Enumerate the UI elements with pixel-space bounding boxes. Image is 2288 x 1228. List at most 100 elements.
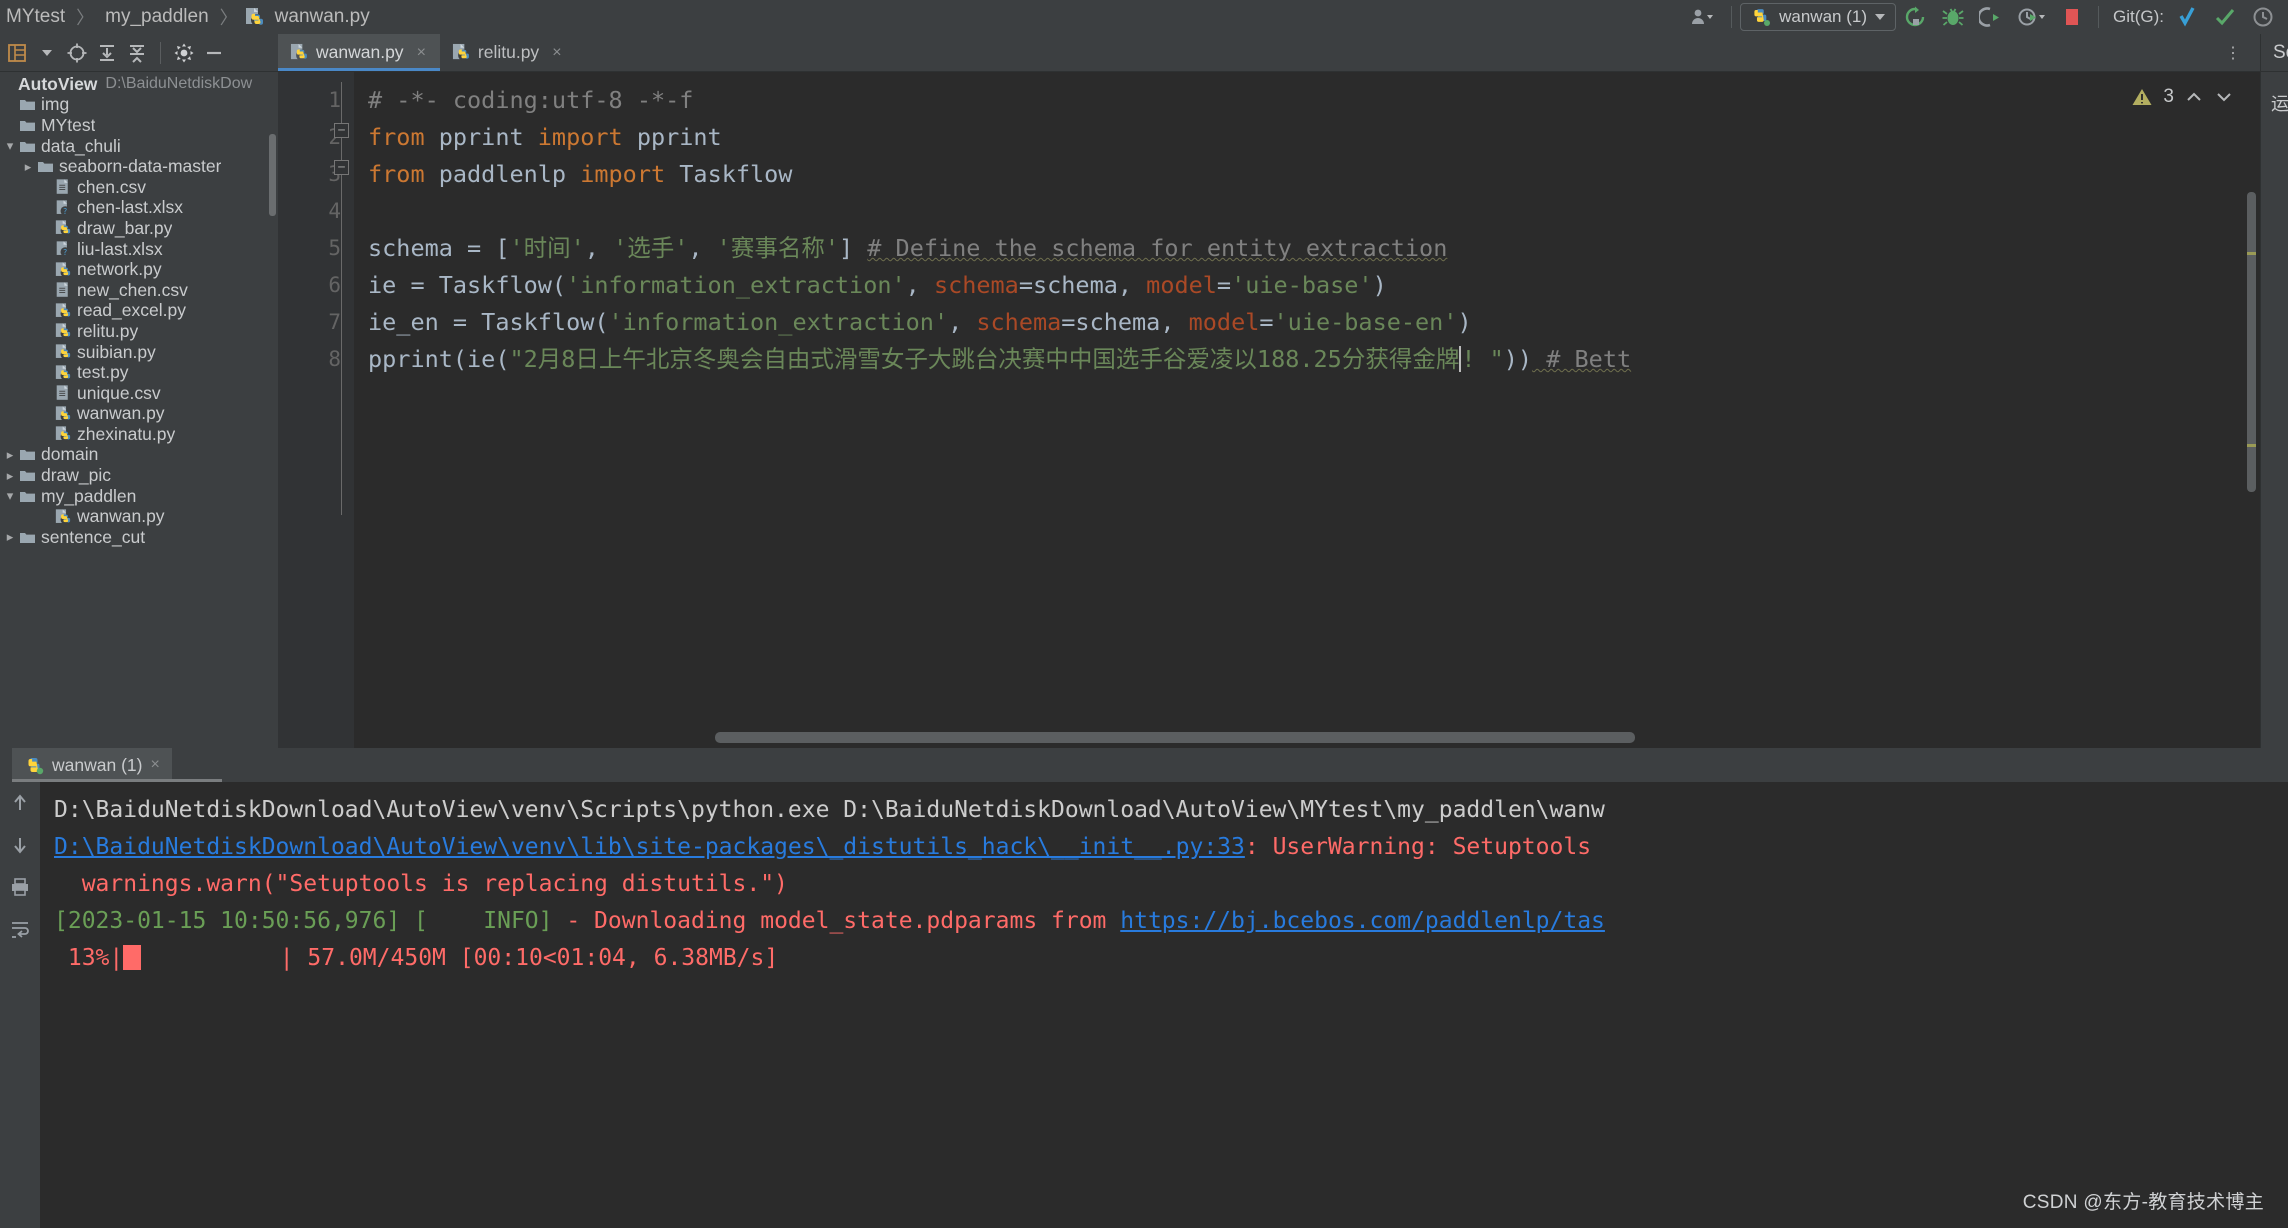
next-problem-icon[interactable] (2214, 90, 2234, 104)
scrollbar-thumb[interactable] (2247, 192, 2256, 492)
arrow-up-icon[interactable] (7, 790, 33, 816)
inspection-status[interactable]: 3 (2131, 86, 2234, 108)
code-line[interactable]: # -*- coding:utf-8 -*-f (354, 82, 2260, 119)
breadcrumb-item-wanwan-py[interactable]: wanwan.py (271, 6, 374, 28)
console-text: UserWarning: Setuptools (1272, 834, 1592, 860)
tree-item-label: domain (41, 444, 99, 465)
py-icon (54, 343, 72, 361)
tree-item-mytest[interactable]: MYtest (0, 115, 278, 136)
breadcrumb-item-my-paddlen[interactable]: my_paddlen (101, 6, 213, 28)
tree-item-unique-csv[interactable]: unique.csv (0, 383, 278, 404)
tree-item-my-paddlen[interactable]: ▾ my_paddlen (0, 486, 278, 507)
tree-item-network-py[interactable]: network.py (0, 259, 278, 280)
rerun-button[interactable] (1896, 3, 1934, 31)
tree-item-test-py[interactable]: test.py (0, 362, 278, 383)
chevron-down-icon[interactable] (32, 38, 62, 68)
code-lines[interactable]: # -*- coding:utf-8 -*-f from pprint impor… (354, 72, 2260, 748)
collapse-all-icon[interactable] (122, 38, 152, 68)
minus-icon[interactable] (199, 38, 229, 68)
history-button[interactable] (2244, 3, 2282, 31)
code-line[interactable]: schema = ['时间', '选手', '赛事名称'] # Define t… (354, 230, 2260, 267)
tab-wanwan-py[interactable]: wanwan.py × (278, 34, 440, 71)
previous-problem-icon[interactable] (2184, 90, 2204, 104)
tree-expand-arrow-icon[interactable]: ▸ (2, 529, 18, 545)
tree-expand-arrow-icon[interactable]: ▸ (2, 447, 18, 463)
close-icon[interactable]: × (417, 44, 426, 62)
tree-item-seaborn-data-master[interactable]: ▸ seaborn-data-master (0, 156, 278, 177)
account-icon[interactable] (1683, 3, 1723, 31)
stop-button[interactable] (2054, 3, 2090, 31)
close-icon[interactable]: × (552, 44, 561, 62)
editor-horizontal-scrollbar[interactable] (430, 732, 2236, 744)
code-line[interactable]: from paddlenlp import Taskflow (354, 156, 2260, 193)
update-project-button[interactable] (2170, 3, 2206, 31)
tree-expand-arrow-icon[interactable]: ▾ (2, 138, 18, 154)
debug-button[interactable] (1934, 3, 1972, 31)
gear-icon[interactable] (169, 38, 199, 68)
tree-item-read-excel-py[interactable]: read_excel.py (0, 300, 278, 322)
console-link[interactable]: https://bj.bcebos.com/paddlenlp/tas (1120, 908, 1605, 934)
csv-icon (54, 281, 72, 299)
commit-button[interactable] (2206, 3, 2244, 31)
tree-item-liu-last-xlsx[interactable]: ? liu-last.xlsx (0, 239, 278, 260)
printer-icon[interactable] (7, 874, 33, 900)
tab-relitu-py[interactable]: relitu.py × (440, 34, 576, 71)
tree-item-chen-last-xlsx[interactable]: ? chen-last.xlsx (0, 197, 278, 219)
console-output[interactable]: D:\BaiduNetdiskDownload\AutoView\venv\Sc… (40, 782, 2288, 1228)
code-token-str: 'information_extraction' (566, 271, 906, 299)
code-line[interactable]: pprint(ie("2月8日上午北京冬奥会自由式滑雪女子大跳台决赛中中国选手谷… (354, 341, 2260, 378)
code-token-id: pprint (622, 123, 722, 151)
console-link[interactable]: D:\BaiduNetdiskDownload\AutoView\venv\li… (54, 834, 1245, 860)
code-editor[interactable]: 12345678 − − # -*- coding:utf-8 -*-ffrom… (278, 72, 2260, 748)
py-icon (54, 219, 72, 237)
tree-item-domain[interactable]: ▸ domain (0, 444, 278, 466)
tree-item-new-chen-csv[interactable]: new_chen.csv (0, 280, 278, 301)
code-line[interactable]: ie = Taskflow('information_extraction', … (354, 267, 2260, 304)
fold-marker[interactable]: − (334, 160, 349, 175)
code-token-cmt: # Define the schema for entity extractio… (867, 234, 1448, 262)
project-root-row[interactable]: AutoView D:\BaiduNetdiskDow (0, 74, 278, 95)
tree-expand-arrow-icon[interactable]: ▸ (2, 468, 18, 484)
target-icon[interactable] (62, 38, 92, 68)
tree-item-img[interactable]: img (0, 94, 278, 116)
tree-item-draw-pic[interactable]: ▸ draw_pic (0, 465, 278, 486)
profile-button[interactable] (2010, 3, 2054, 31)
tree-item-relitu-py[interactable]: relitu.py (0, 321, 278, 342)
tree-item-wanwan-py[interactable]: wanwan.py (0, 403, 278, 425)
editor-scroll-rail[interactable] (2236, 72, 2260, 748)
tree-item-label: unique.csv (77, 382, 161, 403)
tree-item-data-chuli[interactable]: ▾ data_chuli (0, 136, 278, 157)
breadcrumb-item-mytest[interactable]: MYtest (2, 6, 69, 28)
tree-item-suibian-py[interactable]: suibian.py (0, 342, 278, 363)
expand-all-icon[interactable] (92, 38, 122, 68)
console-text: : (1244, 834, 1273, 860)
code-token-kwarg: schema (976, 308, 1062, 336)
tab-options-icon[interactable]: ⋮ (2215, 34, 2252, 72)
code-line[interactable]: ie_en = Taskflow('information_extraction… (354, 304, 2260, 341)
py-icon (54, 405, 72, 423)
py-icon (54, 302, 72, 320)
tree-item-wanwan-py[interactable]: wanwan.py (0, 506, 278, 527)
close-icon[interactable]: × (150, 756, 159, 774)
run-with-coverage-button[interactable] (1972, 3, 2010, 31)
tree-item-chen-csv[interactable]: chen.csv (0, 177, 278, 198)
tree-expand-arrow-icon[interactable]: ▸ (20, 159, 36, 175)
tree-expand-arrow-icon[interactable]: ▾ (2, 488, 18, 504)
tree-scrollbar[interactable] (269, 134, 276, 216)
run-configuration-selector[interactable]: wanwan (1) (1740, 3, 1896, 31)
project-tree[interactable]: AutoView D:\BaiduNetdiskDow img MYtest ▾ da… (0, 72, 278, 748)
code-line[interactable] (354, 193, 2260, 230)
tree-item-sentence-cut[interactable]: ▸ sentence_cut (0, 527, 278, 548)
arrow-down-icon[interactable] (7, 832, 33, 858)
code-line[interactable]: from pprint import pprint (354, 119, 2260, 156)
tree-item-draw-bar-py[interactable]: draw_bar.py (0, 218, 278, 239)
fold-marker[interactable]: − (334, 123, 349, 138)
sciview-panel[interactable]: SciView: 运行 Python (2260, 34, 2288, 748)
wrap-icon[interactable] (7, 916, 33, 942)
project-structure-icon[interactable] (2, 38, 32, 68)
code-token-kw: import (537, 123, 623, 151)
tree-item-zhexinatu-py[interactable]: zhexinatu.py (0, 424, 278, 445)
scrollbar-thumb[interactable] (715, 732, 1635, 743)
editor-panel: wanwan.py × relitu.py × ⋮ 1 4 5 6 7 8 − … (278, 34, 2260, 748)
run-tab-wanwan[interactable]: wanwan (1) × (12, 748, 172, 782)
